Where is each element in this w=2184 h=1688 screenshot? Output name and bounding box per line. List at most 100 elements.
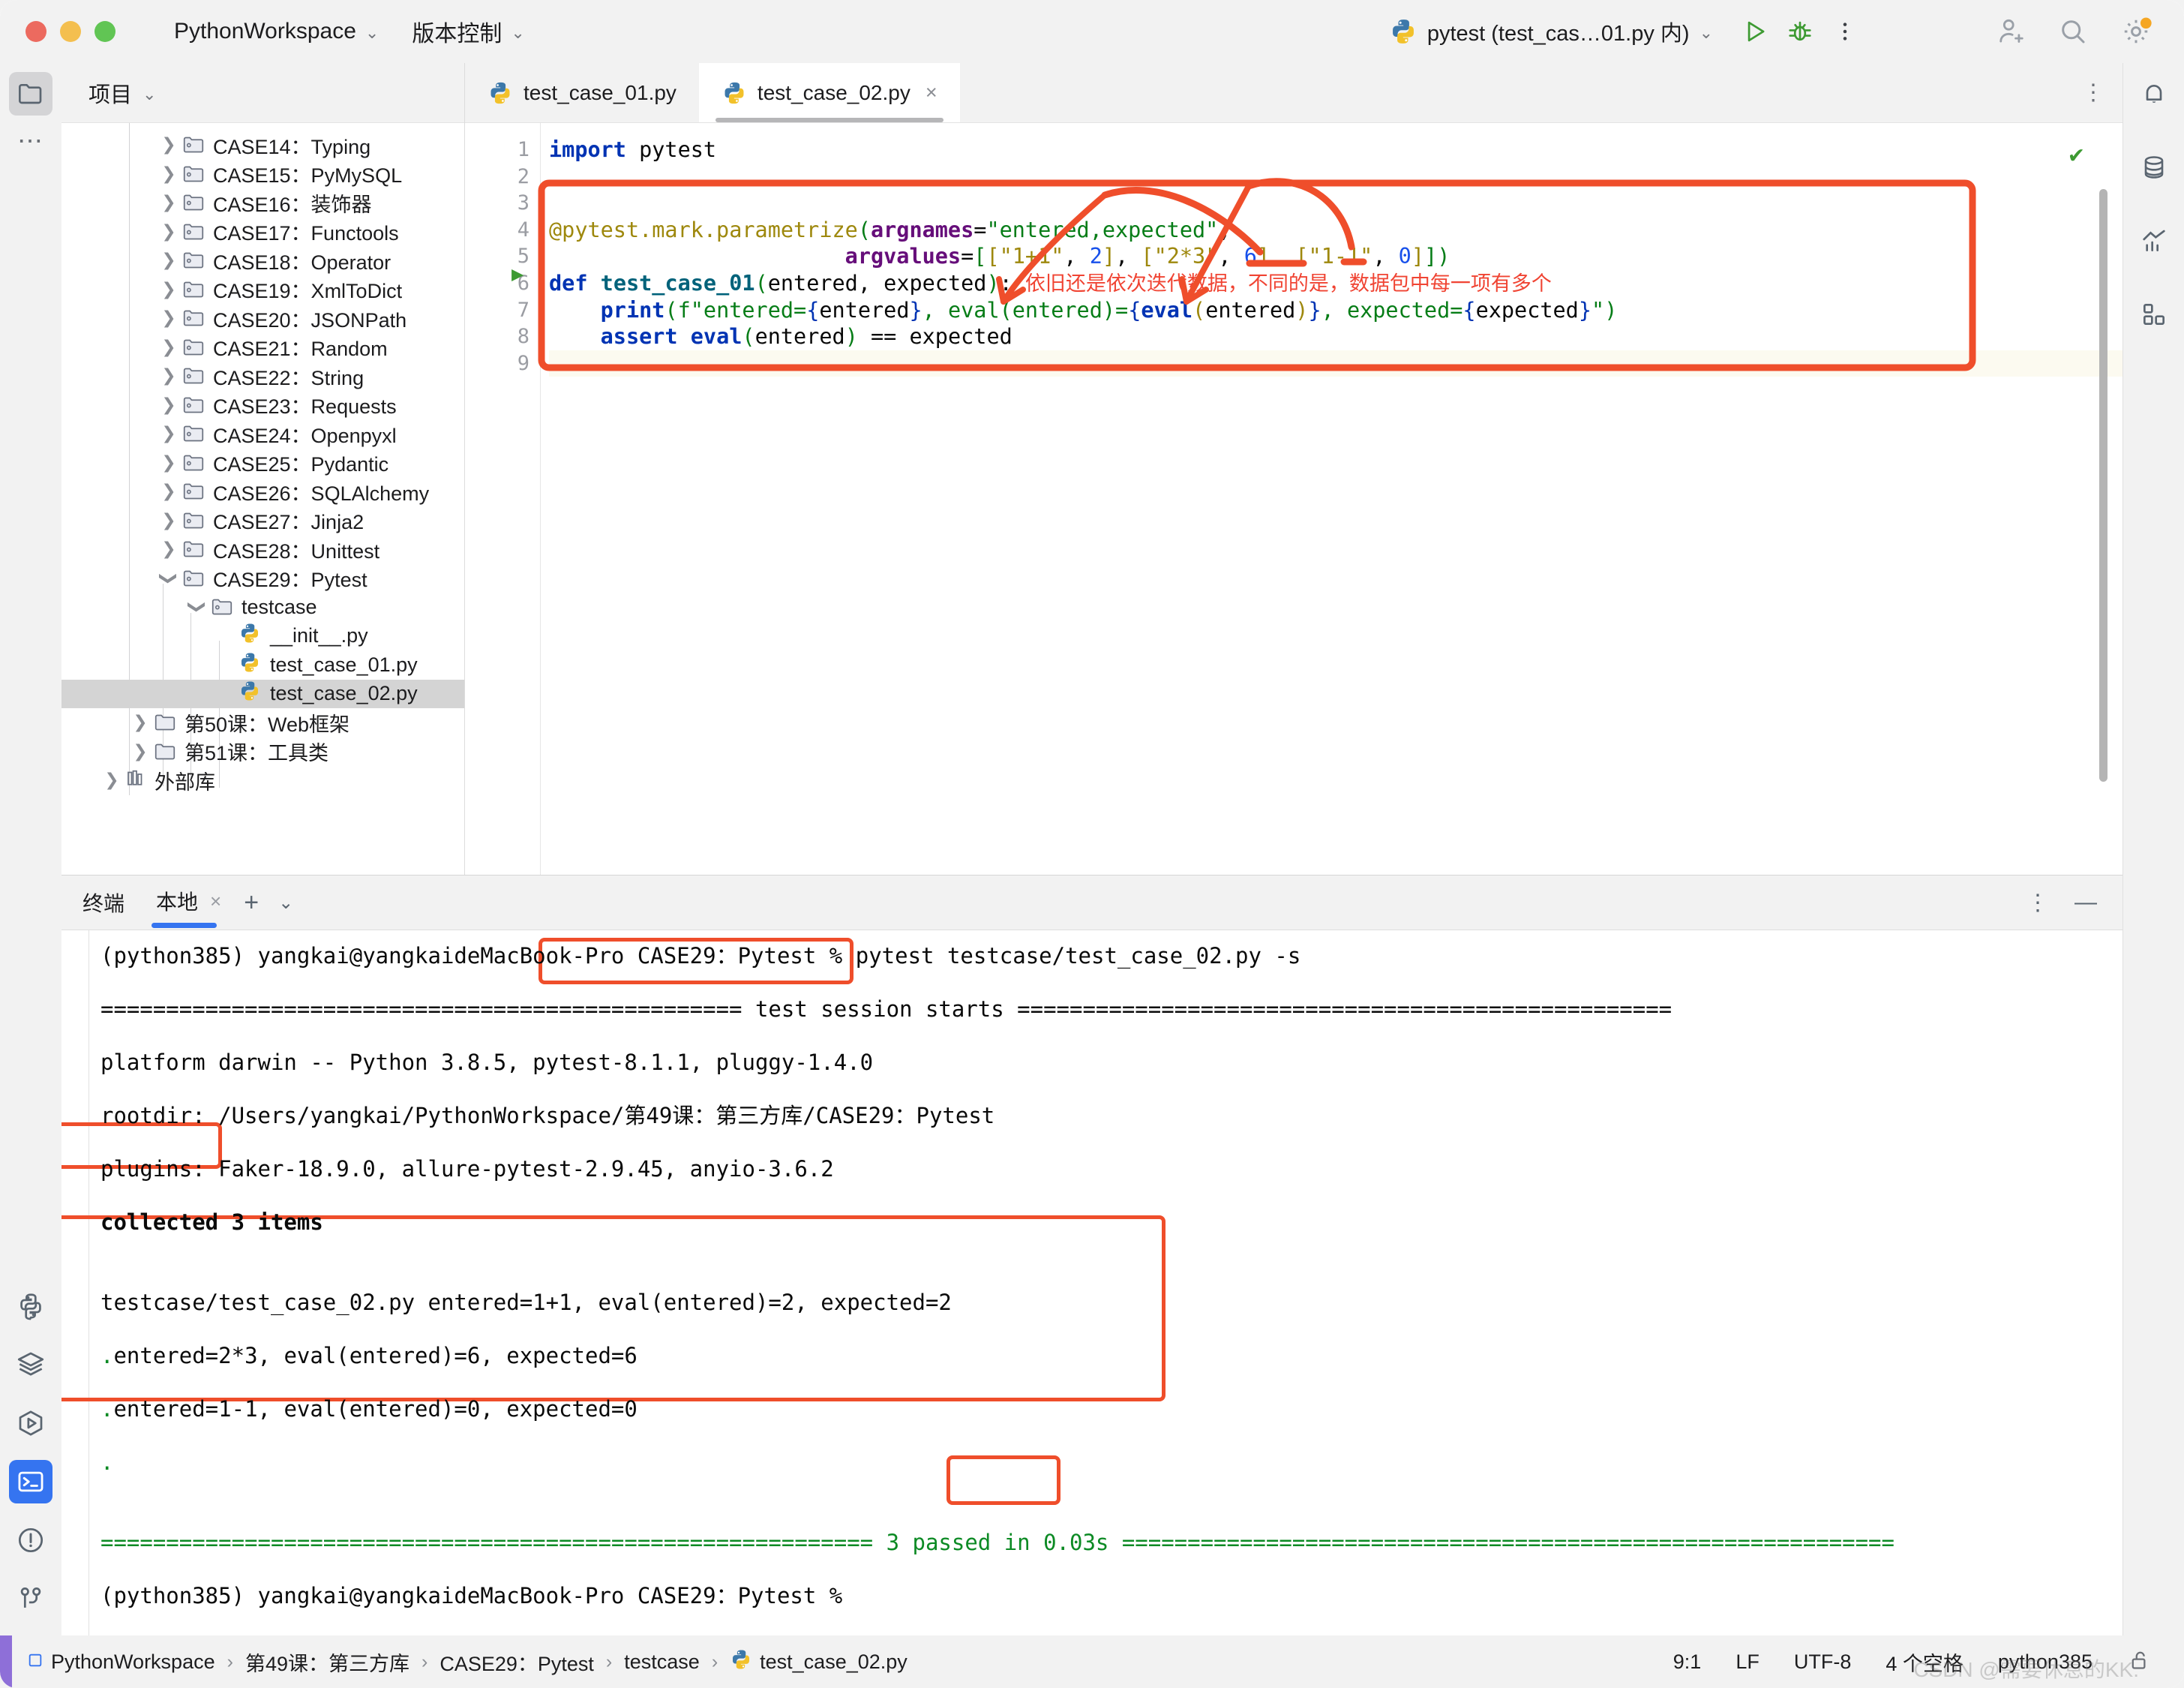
sidebar-item-terminal[interactable] xyxy=(9,1460,52,1503)
breadcrumb-item[interactable]: testcase xyxy=(624,1650,700,1674)
chevron-down-icon[interactable]: ⌄ xyxy=(278,892,293,914)
tree-item-folder[interactable]: ❯ CASE23：Requests xyxy=(62,391,464,420)
tree-item-folder[interactable]: ❯ CASE16：装饰器 xyxy=(62,188,464,218)
breadcrumb-item[interactable]: CASE29：Pytest xyxy=(440,1647,594,1677)
chevron-down-icon[interactable]: ❯ xyxy=(156,569,182,588)
new-terminal-button[interactable]: + xyxy=(244,888,259,918)
breadcrumb-item[interactable]: 第49课：第三方库 xyxy=(245,1647,410,1677)
tree-item-file[interactable]: test_case_01.py xyxy=(62,650,464,680)
chevron-right-icon[interactable]: ❯ xyxy=(156,511,182,530)
tree-item-folder[interactable]: ❯ CASE15：PyMySQL xyxy=(62,160,464,189)
search-button[interactable] xyxy=(2050,9,2096,54)
tree-item-file[interactable]: test_case_02.py xyxy=(62,679,464,708)
breadcrumb-item[interactable]: test_case_02.py xyxy=(730,1648,908,1676)
more-options-button[interactable] xyxy=(1822,9,1868,54)
tree-item-folder[interactable]: ❯ CASE19：XmlToDict xyxy=(62,275,464,305)
caret-position[interactable]: 9:1 xyxy=(1673,1650,1702,1674)
settings-button[interactable] xyxy=(2114,9,2158,54)
sidebar-item-git[interactable] xyxy=(9,1577,52,1620)
terminal-options-button[interactable]: ⋮ xyxy=(2026,890,2049,916)
plugins-button[interactable] xyxy=(2132,293,2176,336)
breadcrumb-separator: › xyxy=(605,1650,613,1672)
chevron-right-icon[interactable]: ❯ xyxy=(156,135,182,155)
sidebar-item-structure[interactable] xyxy=(9,1343,52,1386)
editor-vertical-scrollbar[interactable] xyxy=(2099,189,2108,782)
breadcrumb-item[interactable]: PythonWorkspace xyxy=(27,1650,215,1674)
tree-item-file[interactable]: __init__.py xyxy=(62,622,464,651)
file-encoding[interactable]: UTF-8 xyxy=(1794,1650,1852,1674)
chevron-right-icon[interactable]: ❯ xyxy=(156,539,182,559)
breadcrumb-label: CASE29：Pytest xyxy=(440,1652,594,1675)
tree-item-folder[interactable]: ❯ CASE27：Jinja2 xyxy=(62,506,464,536)
chevron-right-icon[interactable]: ❯ xyxy=(99,770,124,790)
vcs-menu[interactable]: 版本控制 ⌄ xyxy=(412,15,524,48)
tree-item-folder[interactable]: ❯ CASE29：Pytest xyxy=(62,564,464,593)
module-folder-icon xyxy=(183,194,204,211)
chevron-right-icon[interactable]: ❯ xyxy=(156,308,182,328)
minimize-window-button[interactable] xyxy=(60,21,81,42)
debug-button[interactable] xyxy=(1778,9,1822,54)
chevron-right-icon[interactable]: ❯ xyxy=(156,366,182,386)
tree-item-folder[interactable]: ❯ CASE14：Typing xyxy=(62,131,464,160)
chevron-right-icon[interactable]: ❯ xyxy=(156,338,182,357)
sidebar-item-run[interactable] xyxy=(9,1401,52,1445)
chevron-right-icon[interactable]: ❯ xyxy=(156,453,182,473)
tree-item-folder[interactable]: ❯ CASE20：JSONPath xyxy=(62,304,464,333)
line-separator[interactable]: LF xyxy=(1736,1650,1760,1674)
database-button[interactable] xyxy=(2132,146,2176,189)
sidebar-item-project[interactable] xyxy=(9,72,52,116)
chevron-right-icon[interactable]: ❯ xyxy=(156,395,182,415)
project-panel-header[interactable]: 项目 ⌄ xyxy=(62,63,464,123)
code-editor[interactable]: 1 2 3 4 56 7 89 ▶ import pytest @pytest.mark.p… xyxy=(465,123,2122,875)
run-button[interactable] xyxy=(1732,9,1778,54)
maximize-window-button[interactable] xyxy=(94,21,116,42)
tree-item-folder[interactable]: ❯ CASE25：Pydantic xyxy=(62,449,464,478)
run-configuration-selector[interactable]: pytest (test_cas…01.py 内) ⌄ xyxy=(1389,16,1713,47)
terminal-output[interactable]: (python385) yangkai@yangkaideMacBook-Pro… xyxy=(62,930,2122,1636)
chevron-right-icon[interactable]: ❯ xyxy=(156,164,182,184)
chevron-right-icon[interactable]: ❯ xyxy=(156,251,182,270)
chevron-right-icon[interactable]: ❯ xyxy=(156,424,182,443)
chevron-right-icon[interactable]: ❯ xyxy=(128,713,153,732)
editor-tab-test-case-01[interactable]: test_case_01.py xyxy=(465,63,699,122)
terminal-minimize-button[interactable]: — xyxy=(2074,890,2097,915)
editor-tab-test-case-02[interactable]: test_case_02.py × xyxy=(698,63,960,122)
tree-item-folder[interactable]: ❯ CASE26：SQLAlchemy xyxy=(62,477,464,506)
project-module-icon xyxy=(27,1650,44,1674)
profiler-button[interactable] xyxy=(2132,219,2176,263)
inspection-status-icon[interactable]: ✔ xyxy=(2069,140,2084,168)
sidebar-item-python-console[interactable] xyxy=(9,1284,52,1328)
tree-item-folder[interactable]: ❯ 第50课：Web框架 xyxy=(62,708,464,737)
tree-item-folder[interactable]: ❯ 外部库 xyxy=(62,766,464,795)
vcs-label: 版本控制 xyxy=(412,22,502,47)
editor-area: test_case_01.py test_case_02.py × ⋮ 1 2 3 4… xyxy=(465,63,2122,875)
tree-item-folder[interactable]: ❯ CASE22：String xyxy=(62,362,464,391)
chevron-right-icon[interactable]: ❯ xyxy=(156,222,182,242)
notifications-button[interactable] xyxy=(2132,72,2176,116)
chevron-right-icon[interactable]: ❯ xyxy=(156,193,182,212)
close-icon[interactable]: × xyxy=(926,81,938,104)
chevron-right-icon[interactable]: ❯ xyxy=(156,482,182,501)
chevron-down-icon[interactable]: ❯ xyxy=(184,597,210,617)
chevron-right-icon[interactable]: ❯ xyxy=(156,280,182,299)
gutter-run-icon[interactable]: ▶ xyxy=(512,263,524,286)
editor-tabs-more-button[interactable]: ⋮ xyxy=(2082,63,2122,122)
tree-item-folder[interactable]: ❯ CASE28：Unittest xyxy=(62,535,464,564)
project-selector[interactable]: PythonWorkspace ⌄ xyxy=(174,19,379,44)
module-folder-icon xyxy=(182,479,206,503)
tree-item-folder[interactable]: ❯ CASE24：Openpyxl xyxy=(62,419,464,449)
more-tool-windows-button[interactable]: ⋯ xyxy=(17,126,44,156)
module-folder-icon xyxy=(183,483,204,500)
tree-item-folder[interactable]: ❯ 第51课：工具类 xyxy=(62,737,464,767)
terminal-tab-local[interactable]: 本地 × xyxy=(152,886,221,928)
tree-item-folder[interactable]: ❯ CASE17：Functools xyxy=(62,218,464,247)
sidebar-item-problems[interactable] xyxy=(9,1518,52,1562)
chevron-right-icon[interactable]: ❯ xyxy=(128,742,153,761)
tree-item-folder[interactable]: ❯ CASE18：Operator xyxy=(62,246,464,275)
tree-item-folder[interactable]: ❯ testcase xyxy=(62,593,464,622)
close-window-button[interactable] xyxy=(26,21,46,42)
tree-item-folder[interactable]: ❯ CASE21：Random xyxy=(62,333,464,362)
external-library-icon xyxy=(124,767,147,794)
add-account-button[interactable] xyxy=(1988,9,2032,54)
close-icon[interactable]: × xyxy=(210,890,221,913)
